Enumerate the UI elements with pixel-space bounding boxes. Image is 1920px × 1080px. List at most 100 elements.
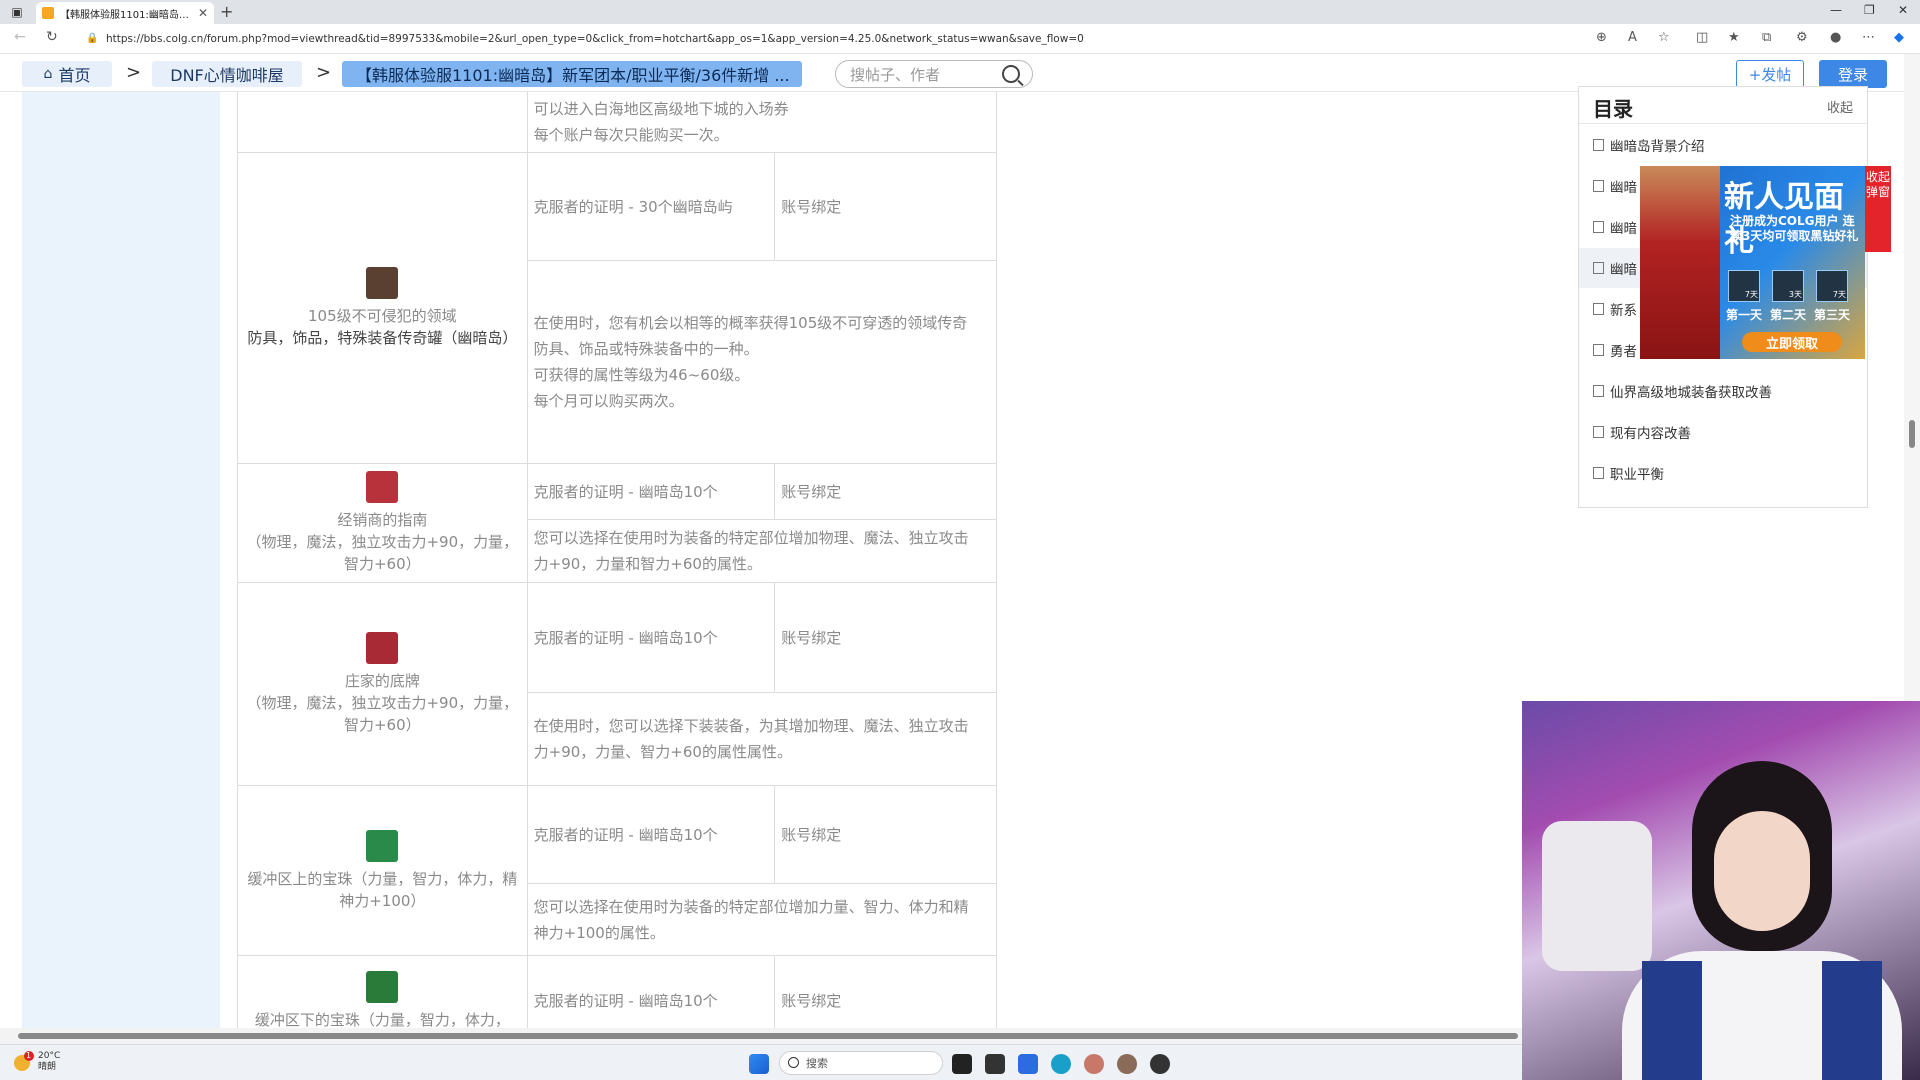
desc-line: 您可以选择在使用时为装备的特定部位增加物理、魔法、独立攻击 (533, 529, 969, 547)
newcomer-gift-ad[interactable]: 新人见面礼 注册成为COLG用户 连续3天均可领取黑钻好礼 7天 3天 7天 第… (1640, 166, 1865, 359)
desc-line: 每个月可以购买两次。 (533, 392, 684, 410)
divider (1579, 123, 1867, 124)
new-tab-button[interactable]: + (220, 2, 233, 21)
item-description: 在使用时，您有机会以相等的概率获得105级不可穿透的领域传奇 防具、饰品或特殊装… (526, 260, 997, 464)
search-input[interactable]: 搜帖子、作者 (835, 60, 1033, 88)
app-icon[interactable] (1018, 1054, 1038, 1074)
item-name: 105级不可侵犯的领域 (308, 307, 457, 325)
desc-line: 力+90，力量、智力+60的属性属性。 (533, 743, 792, 761)
new-post-button[interactable]: +发帖 (1736, 60, 1804, 88)
upper-orb-icon (366, 829, 399, 862)
streamer-shirt (1622, 951, 1902, 1080)
scrollbar-thumb[interactable] (1909, 420, 1915, 448)
minimize-icon[interactable]: — (1830, 3, 1842, 17)
item-price: 克服者的证明 - 幽暗岛10个 (526, 582, 776, 693)
claim-button[interactable]: 立即领取 (1742, 332, 1842, 352)
split-screen-icon[interactable]: ◫ (1696, 30, 1708, 45)
item-bind: 账号绑定 (774, 955, 997, 1028)
toc-collapse-button[interactable]: 收起 (1827, 97, 1853, 116)
app-icon[interactable] (985, 1054, 1005, 1074)
scrollbar-thumb[interactable] (18, 1033, 1518, 1039)
toc-item-label: 职业平衡 (1610, 467, 1664, 483)
extensions-icon[interactable]: ⚙ (1796, 30, 1808, 45)
item-name-cell: 105级不可侵犯的领域 防具，饰品，特殊装备传奇罐（幽暗岛） (237, 152, 528, 464)
item-price: 克服者的证明 - 幽暗岛10个 (526, 955, 776, 1028)
zoom-icon[interactable]: ⊕ (1596, 30, 1607, 45)
app-icon[interactable] (1084, 1054, 1104, 1074)
breadcrumb-separator: > (316, 62, 332, 83)
browser-tab[interactable]: 【韩服体验服1101:幽暗岛】新军 ✕ (36, 2, 214, 24)
back-icon[interactable]: ← (14, 29, 26, 45)
table-row: 庄家的底牌 （物理，魔法，独立攻击力+90，力量，智力+60） 克服者的证明 -… (237, 582, 997, 786)
breadcrumb-forum[interactable]: DNF心情咖啡屋 (152, 61, 302, 87)
app-icon[interactable] (1150, 1054, 1170, 1074)
item-subname: 防具，饰品，特殊装备传奇罐（幽暗岛） (247, 329, 518, 347)
desc-line: 在使用时，您可以选择下装装备，为其增加物理、魔法、独立攻击 (533, 717, 969, 735)
collections-icon[interactable]: ⧉ (1762, 30, 1771, 45)
desc-line: 可获得的属性等级为46~60级。 (533, 366, 750, 384)
refresh-icon[interactable]: ↻ (46, 29, 58, 45)
toc-item[interactable]: 仙界高级地城装备获取改善 (1579, 371, 1867, 411)
bookmark-icon (1593, 262, 1604, 274)
profile-icon[interactable]: ● (1830, 30, 1841, 45)
item-description: 在使用时，您可以选择下装装备，为其增加物理、魔法、独立攻击 力+90，力量、智力… (526, 692, 997, 786)
bookmark-icon (1593, 303, 1604, 315)
toc-item[interactable]: 现有内容改善 (1579, 412, 1867, 452)
more-menu-icon[interactable]: ⋯ (1862, 30, 1875, 45)
dealer-guide-icon (366, 471, 399, 503)
desc-line: 力+90，力量和智力+60的属性。 (533, 555, 762, 573)
start-icon[interactable] (749, 1054, 769, 1074)
desc-line: 防具、饰品或特殊装备中的一种。 (533, 340, 759, 358)
item-name: 缓冲区上的宝珠（力量，智力，体力，精神力+100） (247, 869, 518, 910)
favorite-star-icon[interactable]: ☆ (1658, 30, 1670, 45)
app-icon[interactable] (1117, 1054, 1137, 1074)
windows-taskbar: 1 20°C 晴朗 搜索 (0, 1044, 1522, 1080)
toc-item-label: 仙界高级地城装备获取改善 (1610, 385, 1772, 401)
read-aloud-icon[interactable]: A (1628, 30, 1637, 45)
shop-items-table: 可以进入白海地区高级地下城的入场券 每个账户每次只能购买一次。 105级不可侵犯… (237, 92, 997, 1028)
address-bar: ← ↻ 🔒 https://bbs.colg.cn/forum.php?mod=… (0, 24, 1920, 54)
table-row: 可以进入白海地区高级地下城的入场券 每个账户每次只能购买一次。 (237, 92, 997, 153)
toc-title: 目录 (1593, 97, 1633, 121)
edge-icon[interactable] (1051, 1054, 1071, 1074)
ad-subtitle: 注册成为COLG用户 连续3天均可领取黑钻好礼 (1730, 214, 1859, 243)
gift-label: 7天 (1744, 290, 1758, 299)
app-icon[interactable] (952, 1054, 972, 1074)
item-name: 庄家的底牌 (344, 672, 420, 690)
sidebar-toggle-icon[interactable]: ▣ (6, 2, 28, 22)
search-icon[interactable] (1002, 65, 1020, 83)
copilot-icon[interactable]: ◆ (1894, 30, 1904, 45)
url-field[interactable]: 🔒 https://bbs.colg.cn/forum.php?mod=view… (86, 28, 1586, 50)
taskbar-search[interactable]: 搜索 (779, 1051, 943, 1075)
home-icon: ⌂ (43, 66, 53, 82)
breadcrumb-home-label: 首页 (58, 66, 91, 85)
favorites-icon[interactable]: ★ (1728, 30, 1740, 45)
toc-item[interactable]: 幽暗岛背景介绍 (1579, 125, 1867, 165)
taskbar-search-label: 搜索 (806, 1057, 828, 1070)
gift-box-icon: 7天 (1816, 270, 1848, 302)
login-button[interactable]: 登录 (1819, 60, 1887, 88)
bookmark-icon (1593, 426, 1604, 438)
item-description: 您可以选择在使用时为装备的特定部位增加物理、魔法、独立攻击 力+90，力量和智力… (526, 519, 997, 583)
legendary-jar-icon (366, 267, 399, 299)
bookmark-icon (1593, 180, 1604, 192)
toc-item-label: 幽暗岛背景介绍 (1610, 139, 1705, 155)
table-row: 经销商的指南 （物理，魔法，独立攻击力+90，力量，智力+60） 克服者的证明 … (237, 463, 997, 583)
ad-close-button[interactable]: 收起弹窗 (1865, 166, 1891, 252)
bookmark-icon (1593, 385, 1604, 397)
lower-orb-icon (366, 970, 399, 1003)
webcam-overlay (1522, 701, 1920, 1080)
breadcrumb-thread[interactable]: 【韩服体验服1101:幽暗岛】新军团本/职业平衡/36件新增 ... (342, 61, 802, 87)
item-price: 克服者的证明 - 幽暗岛10个 (526, 785, 776, 884)
toc-item[interactable]: 职业平衡 (1579, 453, 1867, 493)
restore-icon[interactable]: ❐ (1864, 3, 1875, 17)
gift-box-icon: 7天 (1728, 270, 1760, 302)
tab-close-icon[interactable]: ✕ (198, 6, 208, 20)
desc-line: 您可以选择在使用时为装备的特定部位增加力量、智力、体力和精 (533, 897, 969, 916)
temperature: 20°C (38, 1051, 61, 1061)
item-price: 克服者的证明 - 30个幽暗岛屿 (526, 152, 776, 261)
streamer-face (1714, 811, 1810, 931)
close-window-icon[interactable]: ✕ (1898, 3, 1908, 17)
breadcrumb-home[interactable]: ⌂ 首页 (22, 61, 112, 87)
item-bind: 账号绑定 (774, 152, 997, 261)
